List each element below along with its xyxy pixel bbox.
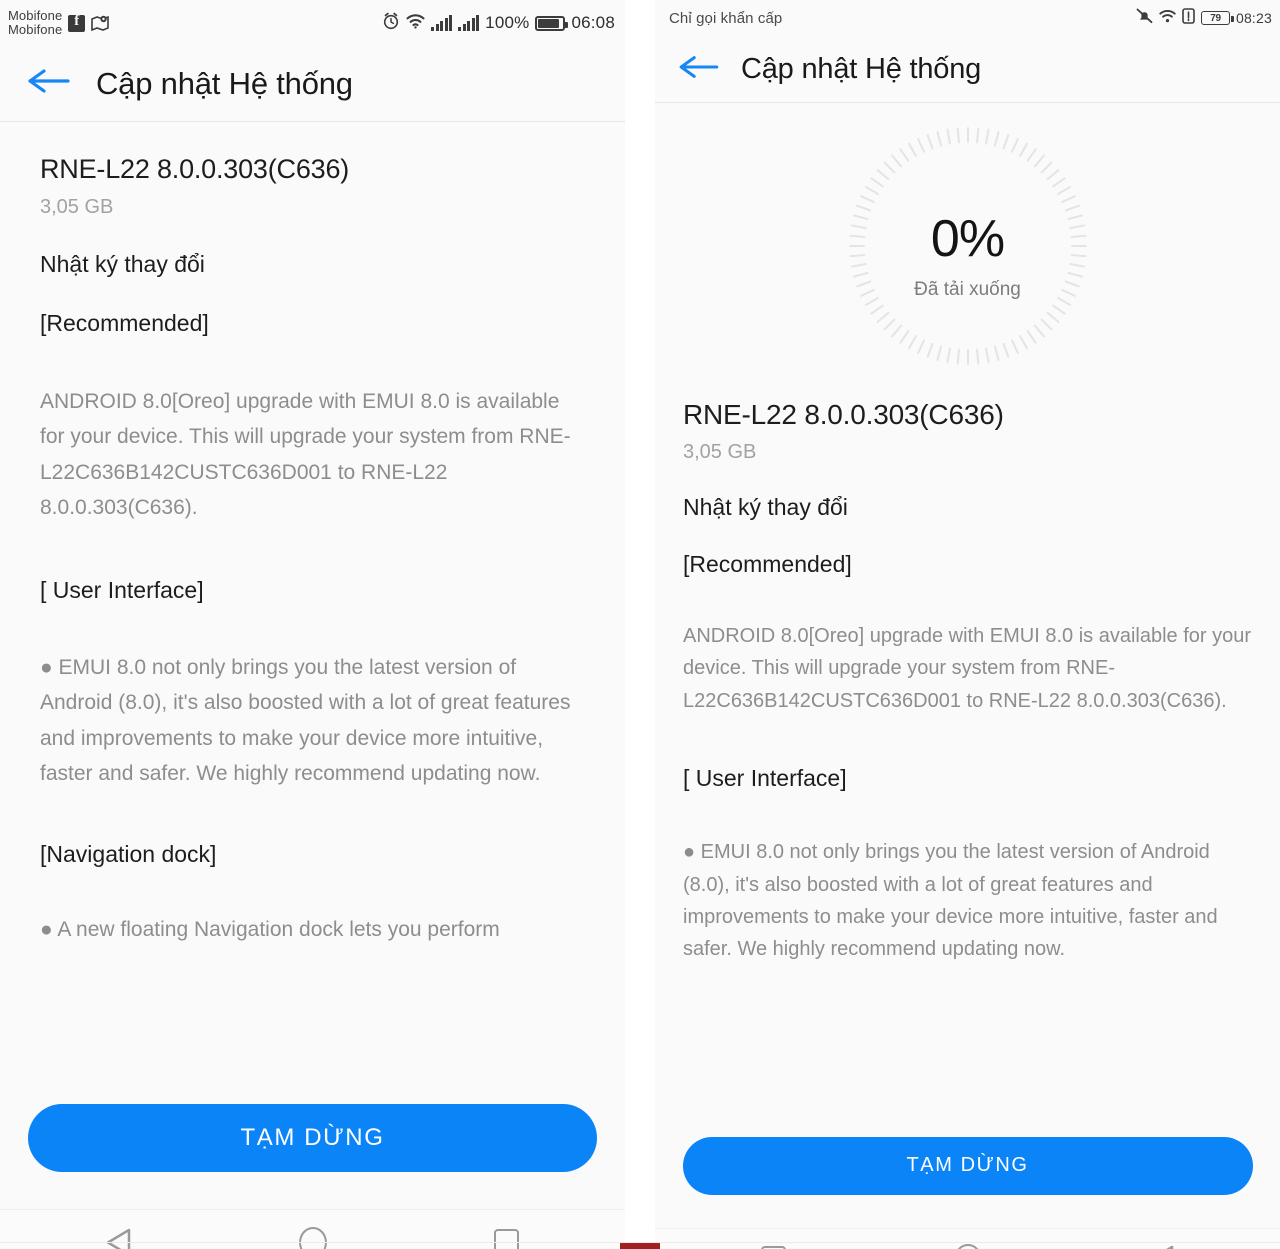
right-status-icons: 79 08:23 xyxy=(1136,7,1272,29)
pause-button[interactable]: TẠM DỪNG xyxy=(28,1104,597,1172)
update-version: RNE-L22 8.0.0.303(C636) xyxy=(683,399,1004,430)
facebook-icon xyxy=(68,13,86,32)
nav-bullet-text: ● A new floating Navigation dock lets yo… xyxy=(40,918,500,942)
update-description: ANDROID 8.0[Oreo] upgrade with EMUI 8.0 … xyxy=(40,390,571,519)
nav-home-button[interactable] xyxy=(285,1221,341,1249)
update-size: 3,05 GB xyxy=(40,196,114,218)
ui-bullet-text: ● EMUI 8.0 not only brings you the lates… xyxy=(683,841,1218,961)
changelog-heading: Nhật ký thay đổi xyxy=(40,251,205,277)
update-version: RNE-L22 8.0.0.303(C636) xyxy=(40,154,350,184)
emergency-calls-label: Chỉ gọi khẩn cấp xyxy=(669,9,783,27)
recommended-tag: [Recommended] xyxy=(683,551,852,577)
carrier-names: Mobifone Mobifone xyxy=(8,7,63,37)
carrier-line-2: Mobifone xyxy=(8,22,63,37)
sim-card-icon xyxy=(1182,7,1195,29)
left-app-bar: Cập nhật Hệ thống xyxy=(0,46,625,122)
nav-section-heading: [Navigation dock] xyxy=(40,841,217,868)
nav-recents-button[interactable] xyxy=(746,1238,802,1249)
carrier-line-1: Mobifone xyxy=(8,7,63,23)
pause-button[interactable]: TẠM DỪNG xyxy=(682,1136,1253,1195)
alarm-icon xyxy=(382,12,400,35)
progress-dial: 0% Đã tải xuống xyxy=(843,121,1093,371)
status-clock: 08:23 xyxy=(1235,10,1272,26)
battery-icon xyxy=(535,15,569,31)
ui-section-heading: [ User Interface] xyxy=(40,577,204,604)
left-action-area: TẠM DỪNG xyxy=(0,1067,625,1209)
ui-section-heading: [ User Interface] xyxy=(683,765,847,792)
page-title: Cập nhật Hệ thống xyxy=(96,65,353,101)
screenshot-stage: Mobifone Mobifone f 100% 06:08 Cập nhật … xyxy=(0,0,1280,1249)
wifi-icon xyxy=(1159,9,1176,28)
mute-bell-icon xyxy=(1136,8,1153,29)
update-size: 3,05 GB xyxy=(683,441,757,463)
right-update-content[interactable]: 0% Đã tải xuống RNE-L22 8.0.0.303(C636) … xyxy=(655,103,1280,1103)
square-icon xyxy=(494,1229,519,1249)
signal-bars-1-icon xyxy=(431,14,453,31)
battery-percent-label: 79 xyxy=(1210,12,1221,24)
back-arrow-icon[interactable] xyxy=(26,65,70,102)
page-title: Cập nhật Hệ thống xyxy=(741,52,982,85)
nav-recents-button[interactable] xyxy=(479,1221,535,1249)
left-carrier-group: Mobifone Mobifone xyxy=(8,7,110,37)
left-phone-screen: Mobifone Mobifone f 100% 06:08 Cập nhật … xyxy=(0,0,625,1249)
download-progress-widget: 0% Đã tải xuống xyxy=(683,103,1252,371)
wifi-icon xyxy=(406,13,425,34)
right-status-bar: Chỉ gọi khẩn cấp 79 08:23 xyxy=(655,0,1280,36)
left-status-icons: 100% 06:08 xyxy=(382,12,615,35)
nav-home-button[interactable] xyxy=(940,1238,996,1249)
right-phone-screen: Chỉ gọi khẩn cấp 79 08:23 Cập nhật Hệ th… xyxy=(655,0,1280,1249)
recommended-tag: [Recommended] xyxy=(40,310,209,336)
back-arrow-icon[interactable] xyxy=(677,52,719,87)
progress-percent: 0% xyxy=(930,210,1005,268)
nav-back-button[interactable] xyxy=(91,1221,147,1249)
right-app-bar: Cập nhật Hệ thống xyxy=(655,36,1280,103)
update-description: ANDROID 8.0[Oreo] upgrade with EMUI 8.0 … xyxy=(683,625,1252,712)
circle-icon xyxy=(953,1244,982,1249)
battery-icon: 79 xyxy=(1200,11,1234,25)
left-update-content[interactable]: RNE-L22 8.0.0.303(C636) 3,05 GB Nhật ký … xyxy=(0,122,625,1067)
bottom-red-strip xyxy=(620,1243,660,1249)
ui-bullet-text: ● EMUI 8.0 not only brings you the lates… xyxy=(40,656,571,785)
circle-icon xyxy=(298,1227,327,1249)
nav-back-button[interactable] xyxy=(1134,1238,1190,1249)
left-status-bar: Mobifone Mobifone f 100% 06:08 xyxy=(0,0,625,46)
battery-percent-label: 100% xyxy=(485,13,530,32)
right-navigation-bar xyxy=(655,1228,1280,1249)
map-pin-icon xyxy=(91,15,110,32)
left-navigation-bar xyxy=(0,1209,625,1249)
changelog-heading: Nhật ký thay đổi xyxy=(683,494,848,520)
signal-bars-2-icon xyxy=(458,14,480,31)
right-action-area: TẠM DỪNG xyxy=(655,1103,1280,1228)
status-clock: 06:08 xyxy=(571,13,615,32)
progress-status-label: Đã tải xuống xyxy=(914,279,1021,300)
